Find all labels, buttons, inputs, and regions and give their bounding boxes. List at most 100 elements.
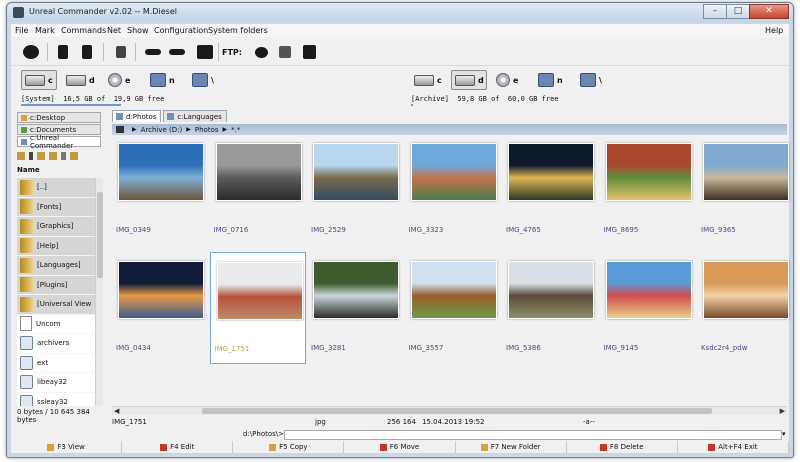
file-list-item[interactable]: [Plugins]	[17, 275, 101, 295]
thumbnail-item[interactable]: IMG_4765	[502, 134, 598, 246]
file-name: [Plugins]	[37, 280, 68, 289]
maximize-button[interactable]: □	[726, 4, 750, 19]
folder-icon	[167, 113, 175, 120]
left-panel-scrollbar[interactable]	[95, 178, 103, 406]
tab-c-languages[interactable]: c:Languages	[163, 110, 227, 122]
thumbnail-item[interactable]: IMG_1751	[209, 252, 306, 364]
menu-show[interactable]: Show	[127, 26, 149, 35]
eye-left-icon[interactable]	[141, 41, 165, 63]
panel-left-icon[interactable]	[51, 41, 75, 63]
ftp-label: FTP:	[222, 48, 242, 57]
menu-system-folders[interactable]: System folders	[208, 26, 268, 35]
command-input[interactable]	[284, 430, 782, 440]
command-dropdown-icon[interactable]: ▾	[782, 430, 786, 438]
thumbnail-item[interactable]: IMG_8695	[600, 134, 696, 246]
folder-icon	[116, 113, 123, 120]
file-name: [Fonts]	[37, 202, 62, 211]
f4-edit-button[interactable]: F4 Edit	[122, 441, 234, 453]
swirl-icon[interactable]	[19, 41, 43, 63]
minimize-button[interactable]: –	[703, 4, 727, 19]
menu-help[interactable]: Help	[765, 26, 783, 35]
thumbnail-item[interactable]: IMG_3557	[405, 252, 501, 364]
arrow-right-icon[interactable]	[29, 152, 33, 160]
file-list-item[interactable]: ext	[17, 353, 101, 373]
file-list-item[interactable]: [Fonts]	[17, 197, 101, 217]
menu-commands[interactable]: Commands	[61, 26, 106, 35]
photo-thumbnail	[118, 261, 204, 319]
file-list-item[interactable]: ssleay32	[17, 392, 101, 406]
file-list-item[interactable]: [Graphics]	[17, 217, 101, 237]
horizontal-scrollbar[interactable]: ◀ ▶	[112, 406, 787, 415]
file-list-item[interactable]: [Languages]	[17, 256, 101, 276]
thumbnail-item[interactable]: IMG_3323	[405, 134, 501, 246]
thumbnail-item[interactable]: IMG_9145	[600, 252, 696, 364]
thumbnail-item[interactable]: IMG_0349	[112, 134, 208, 246]
close-button[interactable]: ✕	[749, 4, 789, 19]
menu-mark[interactable]: Mark	[35, 26, 55, 35]
alt-f4-exit-button[interactable]: Alt+F4 Exit	[678, 441, 789, 453]
tab-c-unreal-commander[interactable]: c:Unreal Commander	[17, 134, 101, 150]
menu-net[interactable]: Net	[107, 26, 121, 35]
folder-up-icon[interactable]	[17, 152, 25, 160]
thumbnail-item[interactable]: IMG_9365	[697, 134, 793, 246]
file-list-item[interactable]: archivers	[17, 334, 101, 354]
f3-view-button[interactable]: F3 View	[11, 441, 123, 453]
thumbnail-label: Ksdc2r4_pdw	[701, 344, 748, 352]
panel-right-icon[interactable]	[75, 41, 99, 63]
left-drive-n[interactable]: n	[147, 70, 183, 90]
left-drive-e[interactable]: e	[105, 70, 141, 90]
file-list-item[interactable]: Uncom	[17, 314, 101, 334]
right-drive-e[interactable]: e	[493, 70, 529, 90]
thumbnail-item[interactable]: IMG_5386	[502, 252, 598, 364]
photo-thumbnail	[313, 143, 399, 201]
app-window: Unreal Commander v2.02 -- M.Diesel – □ ✕…	[6, 2, 794, 458]
folder-icon	[20, 238, 33, 254]
eye-right-icon[interactable]	[165, 41, 189, 63]
folder-open-icon[interactable]	[37, 152, 45, 160]
left-drive-network[interactable]: \	[189, 70, 225, 90]
scroll-left-icon[interactable]: ◀	[114, 407, 119, 415]
menu-configuration[interactable]: Configuration	[154, 26, 208, 35]
thumbnail-item[interactable]: IMG_0434	[112, 252, 208, 364]
right-drive-network[interactable]: \	[577, 70, 613, 90]
folder-star-icon[interactable]	[49, 152, 57, 160]
right-drive-info: [Archive] 59,8 GB of 60,0 GB free	[411, 95, 559, 103]
ftp-list-icon[interactable]	[273, 41, 297, 63]
f6-move-button[interactable]: F6 Move	[344, 441, 456, 453]
f7-new-folder-button[interactable]: F7 New Folder	[456, 441, 567, 453]
filter-icon[interactable]	[109, 41, 133, 63]
breadcrumb-archive[interactable]: Archive (D:)	[141, 126, 183, 134]
delete-icon	[599, 443, 607, 451]
file-list-item[interactable]: libeay32	[17, 373, 101, 393]
tab-c-desktop[interactable]: c:Desktop	[17, 112, 101, 123]
menu-file[interactable]: File	[15, 26, 28, 35]
left-drive-c[interactable]: c	[21, 70, 57, 90]
f5-copy-button[interactable]: F5 Copy	[233, 441, 345, 453]
tab-d-photos[interactable]: d:Photos	[112, 110, 162, 122]
breadcrumb-filter[interactable]: *.*	[231, 126, 240, 134]
folder-icon	[20, 257, 33, 273]
photo-thumbnail	[313, 261, 399, 319]
clipboard-icon[interactable]	[193, 41, 217, 63]
ftp-disconnect-icon[interactable]	[297, 41, 321, 63]
ftp-connect-icon[interactable]	[249, 41, 273, 63]
right-drive-n[interactable]: n	[535, 70, 571, 90]
thumbnail-item[interactable]: IMG_3281	[307, 252, 403, 364]
file-list-item[interactable]: [..]	[17, 178, 101, 198]
sort-icon[interactable]	[61, 152, 66, 160]
file-list-item[interactable]: [Universal View	[17, 295, 101, 315]
thumbnail-item[interactable]: IMG_2529	[307, 134, 403, 246]
right-drive-d[interactable]: d	[451, 70, 487, 90]
left-drive-d[interactable]: d	[63, 70, 99, 90]
column-header-name[interactable]: Name	[17, 166, 101, 176]
scroll-right-icon[interactable]: ▶	[780, 407, 785, 415]
f8-delete-button[interactable]: F8 Delete	[567, 441, 678, 453]
folder-icon	[20, 296, 33, 312]
file-list-item[interactable]: [Help]	[17, 236, 101, 256]
right-drive-c[interactable]: c	[411, 70, 447, 90]
thumbnail-item[interactable]: IMG_0716	[210, 134, 306, 246]
thumbnail-item[interactable]: Ksdc2r4_pdw	[697, 252, 793, 364]
status-date: 15.04.2013 19:52	[422, 418, 485, 426]
bookmark-icon[interactable]	[70, 152, 78, 160]
breadcrumb-photos[interactable]: Photos	[195, 126, 219, 134]
